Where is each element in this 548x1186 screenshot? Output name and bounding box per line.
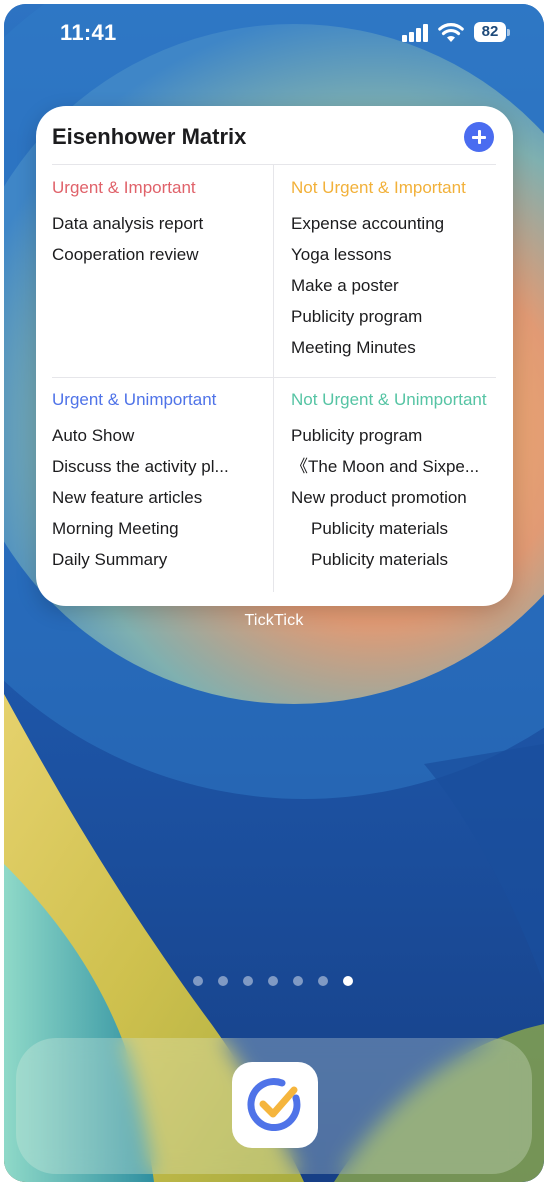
page-dot[interactable] (218, 976, 228, 986)
page-dot-active[interactable] (343, 976, 353, 986)
status-time: 11:41 (60, 20, 117, 45)
task-item[interactable]: Morning Meeting (52, 517, 252, 548)
quadrant-title: Urgent & Important (52, 178, 196, 197)
widget-title: Eisenhower Matrix (52, 124, 247, 149)
cellular-signal-icon (402, 24, 430, 42)
page-dot[interactable] (318, 976, 328, 986)
subtask-item[interactable]: Publicity materials (291, 517, 506, 548)
home-screen: 11:41 82 Eisenhower Matrix Urgent & Impo… (4, 4, 544, 1182)
task-item[interactable]: Data analysis report (52, 212, 252, 243)
battery-icon: 82 (474, 22, 510, 42)
task-item[interactable]: Discuss the activity pl... (52, 455, 252, 486)
task-item[interactable]: Expense accounting (291, 212, 491, 243)
subtask-item[interactable]: Publicity materials (291, 548, 506, 579)
task-item[interactable]: Cooperation review (52, 243, 252, 274)
status-bar: 11:41 82 (4, 4, 544, 64)
quadrant-title: Not Urgent & Important (291, 178, 466, 197)
page-dot[interactable] (243, 976, 253, 986)
quadrant-not-urgent-unimportant[interactable]: Not Urgent & Unimportant Publicity progr… (291, 388, 513, 579)
quadrant-urgent-important[interactable]: Urgent & Important Data analysis report … (52, 176, 274, 274)
task-item[interactable]: New feature articles (52, 486, 252, 517)
task-item[interactable]: Auto Show (52, 424, 252, 455)
task-item[interactable]: Meeting Minutes (291, 336, 491, 367)
wifi-icon (438, 23, 464, 42)
page-dot[interactable] (293, 976, 303, 986)
task-item[interactable]: New product promotion (291, 486, 491, 517)
add-task-button[interactable] (464, 122, 494, 152)
quadrant-not-urgent-important[interactable]: Not Urgent & Important Expense accountin… (291, 176, 513, 367)
task-item[interactable]: Yoga lessons (291, 243, 491, 274)
eisenhower-matrix-widget[interactable]: Eisenhower Matrix Urgent & Important Dat… (36, 106, 513, 606)
quadrant-title: Not Urgent & Unimportant (291, 390, 487, 409)
divider (52, 377, 496, 378)
task-item[interactable]: Publicity program (291, 424, 491, 455)
ticktick-logo-icon (247, 1078, 301, 1132)
widget-app-label: TickTick (244, 612, 304, 629)
ticktick-app-icon[interactable] (232, 1062, 318, 1148)
battery-level: 82 (474, 22, 506, 42)
page-dot[interactable] (193, 976, 203, 986)
quadrant-urgent-unimportant[interactable]: Urgent & Unimportant Auto Show Discuss t… (52, 388, 274, 579)
task-item[interactable]: Make a poster (291, 274, 491, 305)
task-item[interactable]: Daily Summary (52, 548, 252, 579)
page-dot[interactable] (268, 976, 278, 986)
dock (16, 1038, 532, 1174)
task-item[interactable]: 《The Moon and Sixpe... (291, 455, 491, 486)
divider (52, 164, 496, 165)
quadrant-title: Urgent & Unimportant (52, 390, 217, 409)
task-item[interactable]: Publicity program (291, 305, 491, 336)
